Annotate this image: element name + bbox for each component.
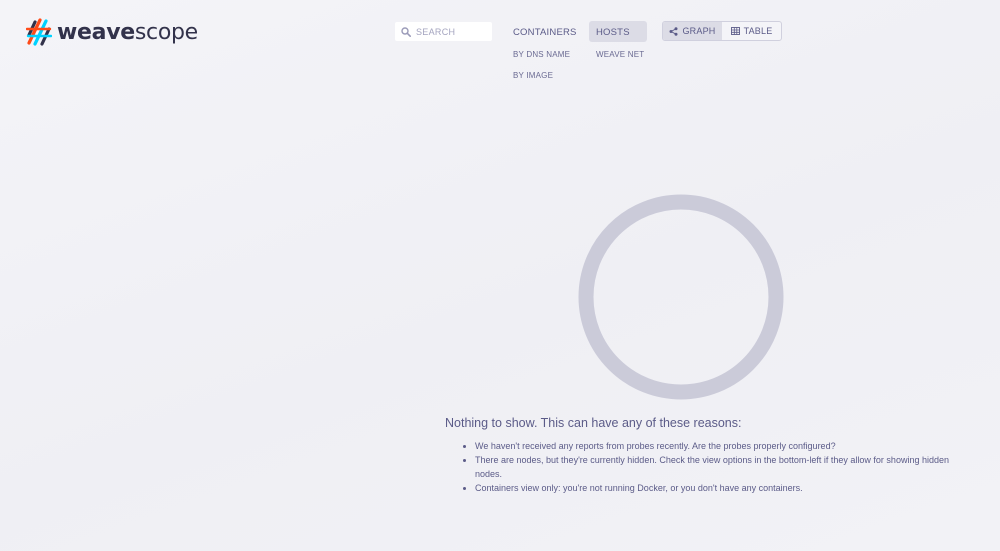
topology-hosts[interactable]: HOSTS xyxy=(596,27,630,38)
graph-view-button[interactable]: GRAPH xyxy=(663,22,722,40)
search-icon xyxy=(401,26,411,37)
weave-logo-icon xyxy=(26,18,52,46)
graph-view-label: GRAPH xyxy=(682,26,716,36)
loading-ring xyxy=(578,194,784,400)
search-box[interactable] xyxy=(395,22,492,41)
table-view-button[interactable]: TABLE xyxy=(722,22,781,40)
topology-containers-by-dns-name[interactable]: BY DNS NAME xyxy=(513,50,570,59)
empty-state-reason: Containers view only: you're not running… xyxy=(475,481,965,495)
logo-wordmark: weavescope xyxy=(57,20,198,45)
view-mode-toggle: GRAPH TABLE xyxy=(662,21,782,41)
weavescope-logo[interactable]: weavescope xyxy=(26,17,198,47)
empty-state-reason: There are nodes, but they're currently h… xyxy=(475,453,965,481)
table-view-label: TABLE xyxy=(743,26,773,36)
empty-state-reason: We haven't received any reports from pro… xyxy=(475,439,965,453)
search-input[interactable] xyxy=(416,26,488,37)
empty-state-reasons: We haven't received any reports from pro… xyxy=(445,439,965,495)
topology-containers-by-image[interactable]: BY IMAGE xyxy=(513,71,553,80)
logo-wordmark-bold: weave xyxy=(57,19,135,45)
empty-state-title: Nothing to show. This can have any of th… xyxy=(445,416,742,430)
topology-hosts-weave-net[interactable]: WEAVE NET xyxy=(596,50,644,59)
empty-state-message: Nothing to show. This can have any of th… xyxy=(445,416,965,495)
share-icon xyxy=(669,26,678,36)
table-icon xyxy=(730,27,740,35)
topology-containers[interactable]: CONTAINERS xyxy=(513,27,577,38)
logo-wordmark-light: scope xyxy=(134,19,198,45)
